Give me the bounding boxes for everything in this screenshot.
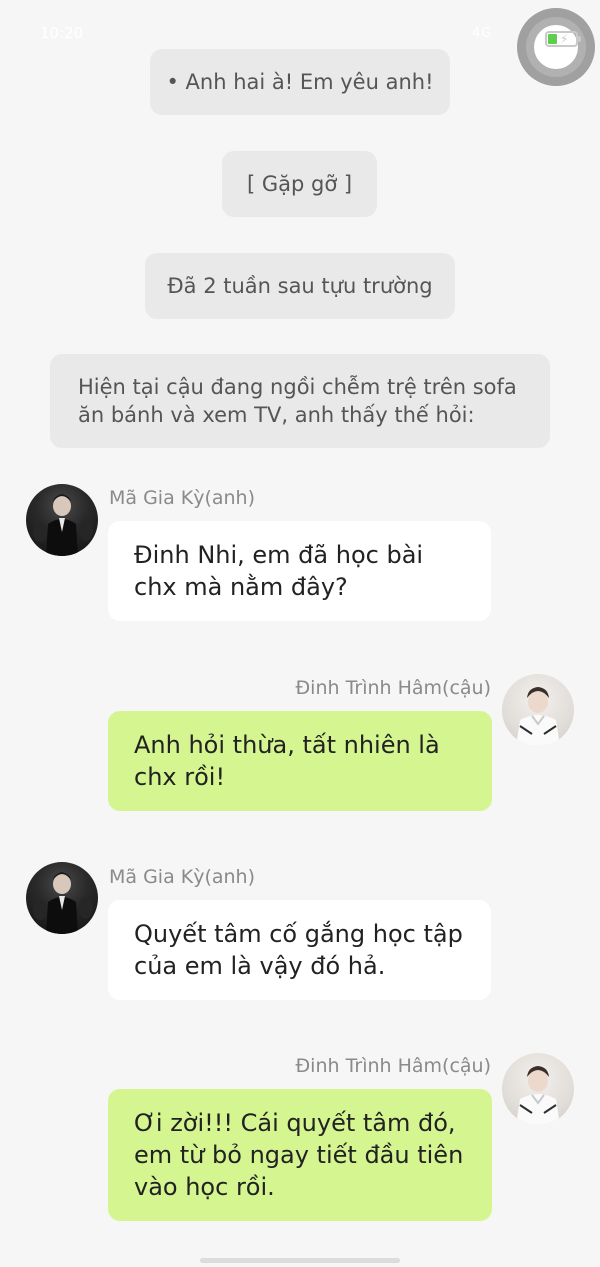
signal-indicator: 4G	[472, 26, 493, 41]
sender-name: Đinh Trình Hâm(cậu)	[295, 677, 491, 699]
narration-text: Đã 2 tuần sau tựu trường	[167, 274, 433, 298]
message-bubble-incoming[interactable]: Quyết tâm cố gắng học tập của em là vậy …	[108, 900, 491, 1000]
avatar-ma-gia-ky[interactable]	[26, 484, 98, 556]
message-text: Đinh Nhi, em đã học bài chx mà nằm đây?	[134, 541, 424, 601]
message-bubble-outgoing[interactable]: Ơi zời!!! Cái quyết tâm đó, em từ bỏ nga…	[108, 1089, 492, 1221]
message-text: Quyết tâm cố gắng học tập của em là vậy …	[134, 920, 463, 980]
message-text: Ơi zời!!! Cái quyết tâm đó, em từ bỏ nga…	[134, 1109, 464, 1201]
message-text: Anh hỏi thừa, tất nhiên là chx rồi!	[134, 731, 440, 791]
narration-box: Đã 2 tuần sau tựu trường	[145, 253, 455, 319]
narration-box: Hiện tại cậu đang ngồi chễm trệ trên sof…	[50, 354, 550, 448]
message-bubble-incoming[interactable]: Đinh Nhi, em đã học bài chx mà nằm đây?	[108, 521, 491, 621]
narration-box: • Anh hai à! Em yêu anh!	[150, 49, 450, 115]
narration-box: [ Gặp gỡ ]	[222, 151, 377, 217]
battery-icon: ⚡	[545, 31, 581, 47]
narration-text: • Anh hai à! Em yêu anh!	[166, 70, 434, 94]
status-time: 10:20	[40, 24, 84, 42]
assistive-touch-button[interactable]	[517, 8, 595, 86]
narration-text: [ Gặp gỡ ]	[246, 172, 353, 196]
message-bubble-outgoing[interactable]: Anh hỏi thừa, tất nhiên là chx rồi!	[108, 711, 492, 811]
avatar-ma-gia-ky[interactable]	[26, 862, 98, 934]
home-indicator[interactable]	[200, 1258, 400, 1263]
sender-name: Đinh Trình Hâm(cậu)	[295, 1055, 491, 1077]
sender-name: Mã Gia Kỳ(anh)	[109, 487, 256, 509]
avatar-dinh-trinh-ham[interactable]	[502, 674, 574, 746]
sender-name: Mã Gia Kỳ(anh)	[109, 866, 256, 888]
narration-text: Hiện tại cậu đang ngồi chễm trệ trên sof…	[78, 375, 517, 427]
avatar-dinh-trinh-ham[interactable]	[502, 1053, 574, 1125]
